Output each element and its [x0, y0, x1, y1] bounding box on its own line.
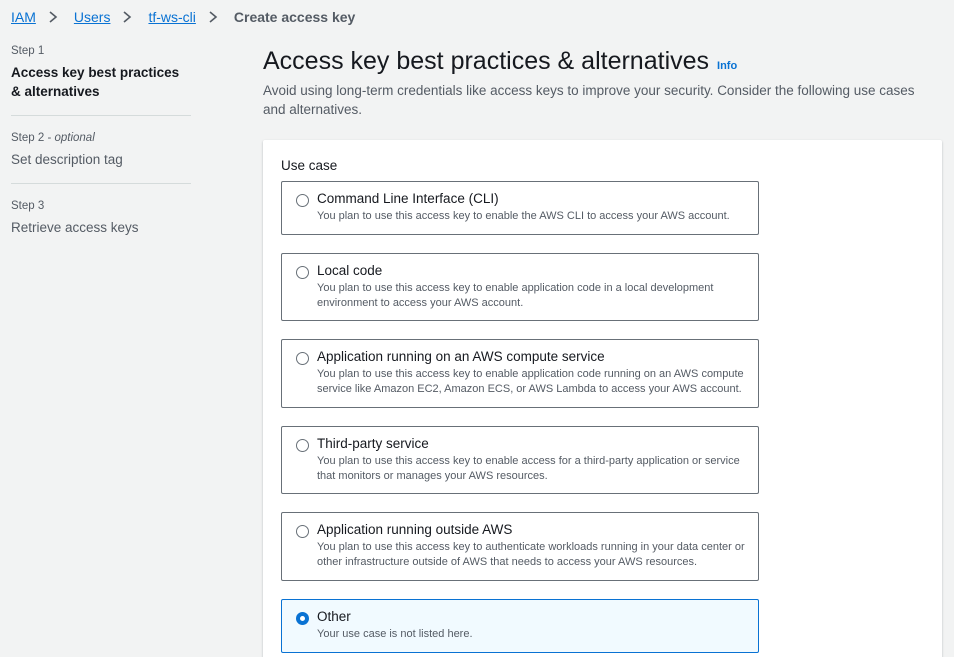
page-title: Access key best practices & alternatives	[263, 47, 710, 75]
step-title: Retrieve access keys	[11, 220, 139, 235]
radio-button[interactable]	[296, 439, 309, 452]
use-case-option-local-code[interactable]: Local code You plan to use this access k…	[281, 253, 759, 321]
option-title: Application running on an AWS compute se…	[317, 349, 605, 364]
info-link[interactable]: Info	[717, 60, 737, 72]
option-title: Third-party service	[317, 436, 429, 451]
use-case-option-aws-compute[interactable]: Application running on an AWS compute se…	[281, 339, 759, 408]
radio-button[interactable]	[296, 525, 309, 538]
use-case-option-outside-aws[interactable]: Application running outside AWS You plan…	[281, 512, 759, 581]
option-title: Local code	[317, 263, 383, 278]
wizard-step-1: Step 1 Access key best practices & alter…	[11, 43, 191, 116]
option-title: Other	[317, 609, 351, 624]
use-case-option-other[interactable]: Other Your use case is not listed here.	[281, 599, 759, 653]
radio-button[interactable]	[296, 194, 309, 207]
breadcrumb-iam-link[interactable]: IAM	[11, 9, 36, 25]
breadcrumb: IAM Users tf-ws-cli Create access key	[11, 8, 355, 26]
chevron-right-icon	[118, 10, 140, 24]
option-description: You plan to use this access key to enabl…	[317, 282, 714, 309]
breadcrumb-users-link[interactable]: Users	[74, 9, 111, 25]
use-case-panel: Use case Command Line Interface (CLI) Yo…	[263, 140, 942, 657]
wizard-step-3[interactable]: Step 3 Retrieve access keys	[11, 198, 191, 251]
page-header: Access key best practices & alternatives…	[263, 43, 943, 119]
radio-button[interactable]	[296, 266, 309, 279]
option-description: Your use case is not listed here.	[317, 628, 473, 640]
breadcrumb-user-link[interactable]: tf-ws-cli	[148, 9, 195, 25]
option-description: You plan to use this access key to enabl…	[317, 210, 730, 222]
use-case-option-third-party[interactable]: Third-party service You plan to use this…	[281, 426, 759, 494]
step-optional-label: optional	[54, 132, 95, 144]
wizard-steps: Step 1 Access key best practices & alter…	[11, 43, 191, 265]
step-number: Step 1	[11, 45, 45, 57]
option-description: You plan to use this access key to enabl…	[317, 368, 744, 395]
step-number-text: Step 2 -	[11, 132, 55, 144]
step-title: Set description tag	[11, 152, 123, 167]
option-title: Command Line Interface (CLI)	[317, 191, 499, 206]
chevron-right-icon	[44, 10, 66, 24]
use-case-label: Use case	[281, 158, 338, 173]
option-description: You plan to use this access key to authe…	[317, 541, 745, 568]
step-number: Step 2 - optional	[11, 130, 191, 146]
step-number: Step 3	[11, 200, 45, 212]
radio-button[interactable]	[296, 352, 309, 365]
chevron-right-icon	[204, 10, 226, 24]
option-title: Application running outside AWS	[317, 522, 513, 537]
use-case-option-cli[interactable]: Command Line Interface (CLI) You plan to…	[281, 181, 759, 235]
step-title: Access key best practices & alternatives	[11, 65, 180, 99]
breadcrumb-current: Create access key	[233, 9, 356, 25]
radio-button-selected[interactable]	[296, 612, 309, 625]
wizard-step-2[interactable]: Step 2 - optional Set description tag	[11, 130, 191, 184]
option-description: You plan to use this access key to enabl…	[317, 455, 740, 482]
page-description: Avoid using long-term credentials like a…	[263, 83, 915, 117]
